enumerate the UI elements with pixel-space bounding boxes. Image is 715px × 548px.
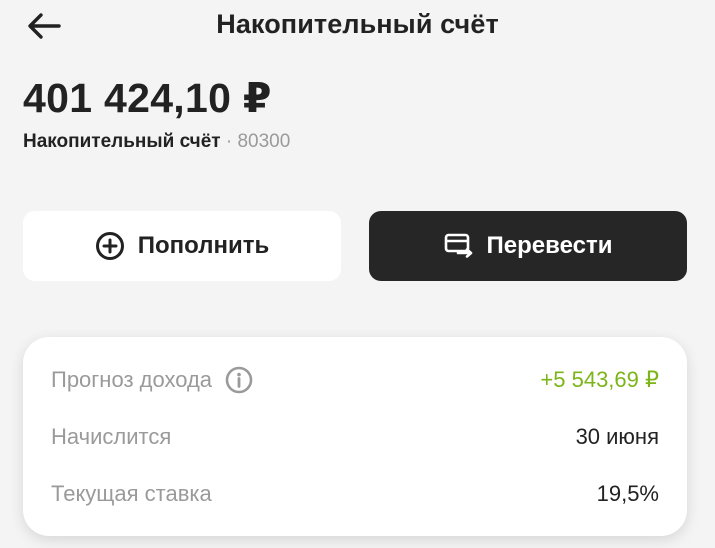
transfer-card-icon [444, 233, 474, 259]
income-forecast-row: Прогноз дохода +5 543,69 ₽ [51, 364, 659, 396]
account-separator: · [220, 131, 238, 152]
savings-account-screen: Накопительный счёт 401 424,10 ₽ Накопите… [0, 0, 715, 548]
account-name: Накопительный счёт [23, 131, 221, 152]
account-number: 80300 [237, 131, 291, 152]
current-rate-value: 19,5% [596, 481, 659, 506]
transfer-button[interactable]: Перевести [369, 211, 687, 281]
accrual-date-label: Начислится [51, 424, 172, 449]
page-title: Накопительный счёт [216, 9, 499, 39]
transfer-label: Перевести [486, 232, 613, 259]
account-info: Накопительный счёт · 80300 [23, 131, 290, 153]
info-icon[interactable] [225, 366, 253, 394]
topup-button[interactable]: Пополнить [23, 211, 341, 281]
income-forecast-label: Прогноз дохода [51, 367, 213, 392]
accrual-date-row: Начислится 30 июня [51, 421, 659, 453]
accrual-date-value: 30 июня [575, 424, 659, 449]
account-balance: 401 424,10 ₽ [23, 75, 272, 121]
income-details-card: Прогноз дохода +5 543,69 ₽ Начислится 30… [23, 337, 687, 536]
plus-circle-icon [95, 231, 125, 261]
income-forecast-value: +5 543,69 ₽ [540, 367, 659, 392]
current-rate-row: Текущая ставка 19,5% [51, 478, 659, 510]
topup-label: Пополнить [137, 232, 270, 259]
header: Накопительный счёт [0, 0, 715, 52]
current-rate-label: Текущая ставка [51, 481, 212, 506]
